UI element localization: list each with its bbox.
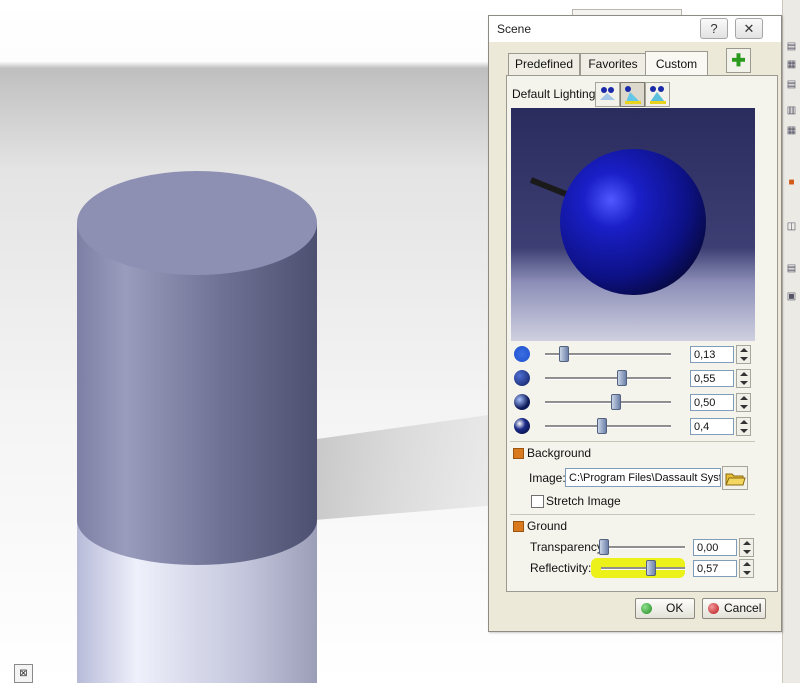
add-favorite-button[interactable]: ✚	[726, 48, 751, 73]
shininess-sphere-icon	[514, 418, 530, 434]
divider	[510, 514, 755, 515]
shininess-spinner[interactable]	[736, 417, 751, 436]
specular-spinner[interactable]	[736, 393, 751, 412]
reflectivity-slider-track[interactable]	[601, 567, 685, 570]
browse-folder-button[interactable]	[722, 466, 748, 490]
image-path-field[interactable]: C:\Program Files\Dassault Systèmes	[565, 468, 721, 487]
toolbar-icon[interactable]: ■	[785, 176, 798, 189]
three-lights-icon	[650, 86, 666, 104]
cylinder-top	[77, 171, 317, 275]
ok-button[interactable]: OK	[635, 598, 695, 619]
stretch-image-label: Stretch Image	[546, 494, 621, 508]
specular-value-field[interactable]: 0,50	[690, 394, 734, 411]
single-light-icon	[600, 87, 615, 100]
diffuse-slider-track[interactable]	[545, 377, 671, 380]
specular-slider-track[interactable]	[545, 401, 671, 404]
divider	[510, 441, 755, 442]
tab-custom[interactable]: Custom	[645, 51, 708, 75]
ambient-value-field[interactable]: 0,13	[690, 346, 734, 363]
default-lighting-label: Default Lighting:	[512, 87, 599, 101]
diffuse-sphere-icon	[514, 370, 530, 386]
reflectivity-spinner[interactable]	[739, 559, 754, 578]
image-label: Image:	[529, 471, 566, 485]
toolbar-icon[interactable]: ▤	[785, 262, 798, 275]
three-lights-button[interactable]	[645, 82, 670, 107]
reflectivity-label: Reflectivity:	[530, 561, 592, 575]
shininess-value-field[interactable]: 0,4	[690, 418, 734, 435]
specular-slider-thumb[interactable]	[611, 394, 621, 410]
tab-favorites[interactable]: Favorites	[580, 53, 646, 75]
toolbar-icon[interactable]: ▦	[785, 58, 798, 71]
ambient-spinner[interactable]	[736, 345, 751, 364]
diffuse-value-field[interactable]: 0,55	[690, 370, 734, 387]
lighting-preview[interactable]	[511, 108, 755, 341]
ambient-sphere-icon	[514, 346, 530, 362]
two-lights-button[interactable]	[620, 82, 645, 107]
shininess-slider-thumb[interactable]	[597, 418, 607, 434]
specular-sphere-icon	[514, 394, 530, 410]
background-section-toggle[interactable]	[513, 448, 524, 459]
shininess-slider-track[interactable]	[545, 425, 671, 428]
transparency-value-field[interactable]: 0,00	[693, 539, 737, 556]
diffuse-slider-thumb[interactable]	[617, 370, 627, 386]
single-light-button[interactable]	[595, 82, 620, 107]
dialog-titlebar[interactable]: Scene ? ✕	[489, 16, 781, 42]
cancel-button[interactable]: Cancel	[702, 598, 766, 619]
toolbar-icon[interactable]: ▤	[785, 78, 798, 91]
ok-icon	[641, 603, 652, 614]
transparency-label: Transparency:	[530, 540, 607, 554]
toolbar-icon[interactable]: ▥	[785, 104, 798, 117]
background-section-label: Background	[527, 446, 592, 460]
cancel-label: Cancel	[724, 601, 762, 615]
ok-label: OK	[666, 601, 684, 615]
two-lights-icon	[625, 86, 641, 104]
preview-sphere	[511, 108, 755, 341]
stretch-image-checkbox[interactable]	[531, 495, 544, 508]
help-button[interactable]: ?	[700, 18, 728, 39]
toolbar-icon[interactable]: ◫	[785, 220, 798, 233]
toolbar-icon[interactable]: ▣	[785, 290, 798, 303]
toolbar-icon[interactable]: ▤	[785, 40, 798, 53]
transparency-slider-track[interactable]	[601, 546, 685, 549]
transparency-spinner[interactable]	[739, 538, 754, 557]
toolbar-icon[interactable]: ▦	[785, 124, 798, 137]
tab-predefined[interactable]: Predefined	[508, 53, 580, 75]
ambient-slider-thumb[interactable]	[559, 346, 569, 362]
cancel-icon	[708, 603, 719, 614]
right-toolbar: ▤ ▦ ▤ ▥ ▦ ■ ◫ ▤ ▣	[782, 0, 800, 683]
folder-icon	[725, 473, 746, 486]
diffuse-spinner[interactable]	[736, 369, 751, 388]
close-button[interactable]: ✕	[735, 18, 763, 39]
ground-section-toggle[interactable]	[513, 521, 524, 532]
ground-section-label: Ground	[527, 519, 568, 533]
viewport-corner-icon[interactable]: ⊠	[14, 664, 33, 683]
reflectivity-value-field[interactable]: 0,57	[693, 560, 737, 577]
dialog-title: Scene	[497, 22, 532, 36]
transparency-slider-thumb[interactable]	[599, 539, 609, 555]
scene-dialog: Scene ? ✕ Predefined Favorites Custom ✚ …	[488, 15, 782, 632]
reflectivity-slider-thumb[interactable]	[646, 560, 656, 576]
